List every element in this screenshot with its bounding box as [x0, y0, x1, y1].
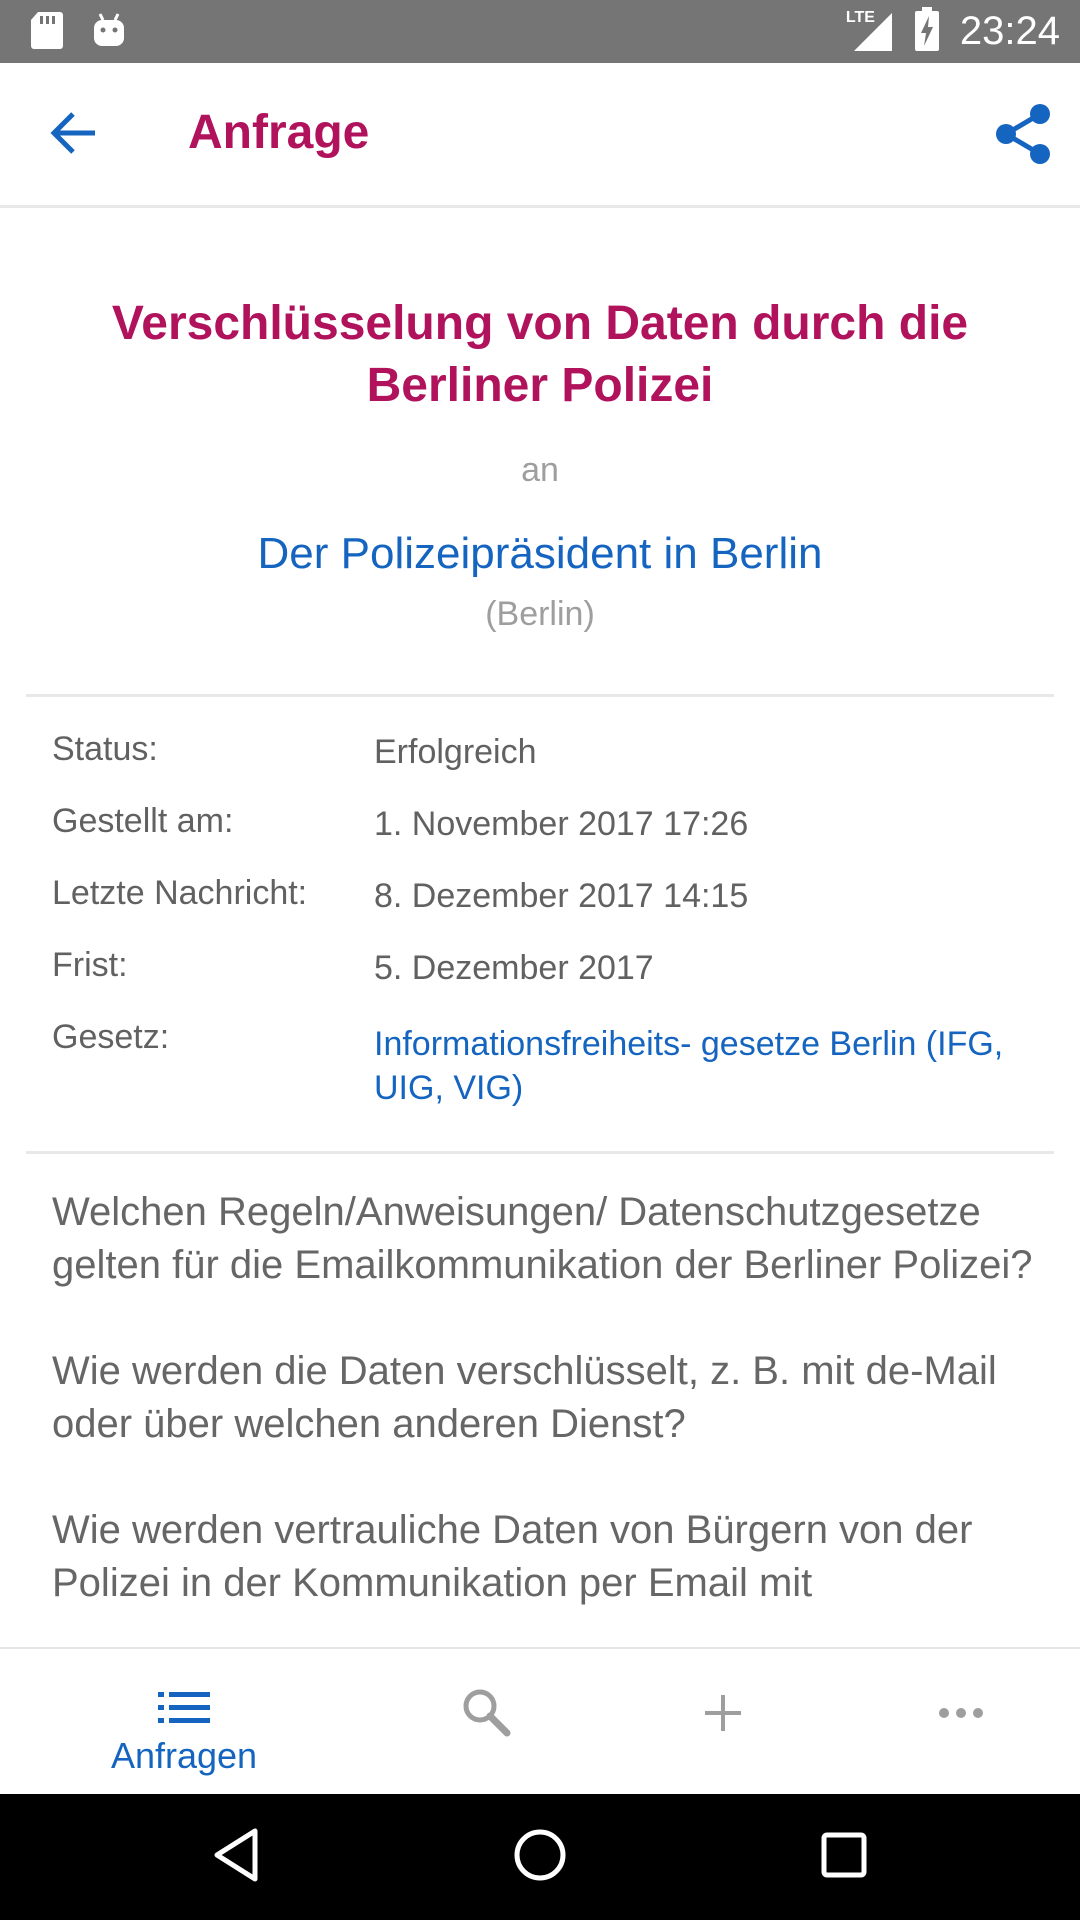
divider [26, 694, 1054, 697]
battery-charging-icon [914, 7, 940, 55]
nav-label-anfragen: Anfragen [110, 1735, 258, 1776]
law-link[interactable]: Informationsfreiheits- gesetze Berlin (I… [374, 1022, 1014, 1110]
nav-item-more[interactable] [826, 1649, 1080, 1796]
jurisdiction-label: (Berlin) [485, 595, 595, 633]
divider [26, 1151, 1054, 1154]
square-recents-icon [820, 1831, 868, 1883]
more-horiz-icon [938, 1705, 984, 1724]
meta-label: Gesetz: [52, 1018, 170, 1056]
triangle-back-icon [211, 1827, 261, 1887]
to-label: an [521, 451, 559, 489]
back-button[interactable] [40, 105, 106, 165]
meta-label: Status: [52, 730, 158, 768]
status-bar: LTE 23:24 [0, 0, 1080, 63]
add-icon [703, 1693, 743, 1737]
system-recents-button[interactable] [804, 1824, 884, 1890]
share-button[interactable] [990, 103, 1056, 169]
search-icon [461, 1687, 511, 1741]
deadline-value: 5. Dezember 2017 [374, 949, 654, 987]
circle-home-icon [513, 1828, 567, 1886]
last-message-value: 8. Dezember 2017 14:15 [374, 877, 749, 915]
meta-label: Letzte Nachricht: [52, 874, 308, 912]
nav-item-search[interactable] [351, 1649, 621, 1796]
description-paragraph: Wie werden die Daten verschlüsselt, z. B… [52, 1349, 997, 1446]
request-title: Verschlüsselung von Daten durch die Berl… [111, 297, 969, 412]
description-paragraph: Welchen Regeln/Anweisungen/ Datenschutzg… [52, 1190, 1033, 1287]
lte-signal-icon: LTE [846, 9, 894, 53]
system-back-button[interactable] [196, 1824, 276, 1890]
list-icon [158, 1691, 210, 1729]
status-bar-right: LTE 23:24 [846, 6, 1060, 56]
system-home-button[interactable] [500, 1824, 580, 1890]
status-value: Erfolgreich [374, 733, 537, 771]
share-icon [994, 103, 1052, 169]
status-time: 23:24 [959, 9, 1060, 53]
page-title: Anfrage [188, 106, 370, 159]
request-description: Welchen Regeln/Anweisungen/ Datenschutzg… [52, 1186, 1042, 1647]
nav-item-add[interactable] [588, 1649, 858, 1796]
meta-label: Frist: [52, 946, 128, 984]
created-value: 1. November 2017 17:26 [374, 805, 749, 843]
nav-item-anfragen[interactable]: Anfragen [49, 1649, 319, 1796]
description-paragraph: Wie werden vertrauliche Daten von Bürger… [52, 1508, 973, 1605]
app-bar: Anfrage [0, 63, 1080, 208]
authority-link[interactable]: Der Polizeipräsident in Berlin [0, 529, 1080, 579]
bottom-nav: Anfragen [0, 1647, 1080, 1794]
android-icon [92, 12, 126, 52]
arrow-back-icon [49, 111, 97, 159]
system-nav-bar [0, 1794, 1080, 1920]
sd-card-icon [30, 10, 64, 54]
status-bar-left [30, 10, 126, 54]
request-detail: Verschlüsselung von Daten durch die Berl… [0, 211, 1080, 1647]
meta-label: Gestellt am: [52, 802, 234, 840]
